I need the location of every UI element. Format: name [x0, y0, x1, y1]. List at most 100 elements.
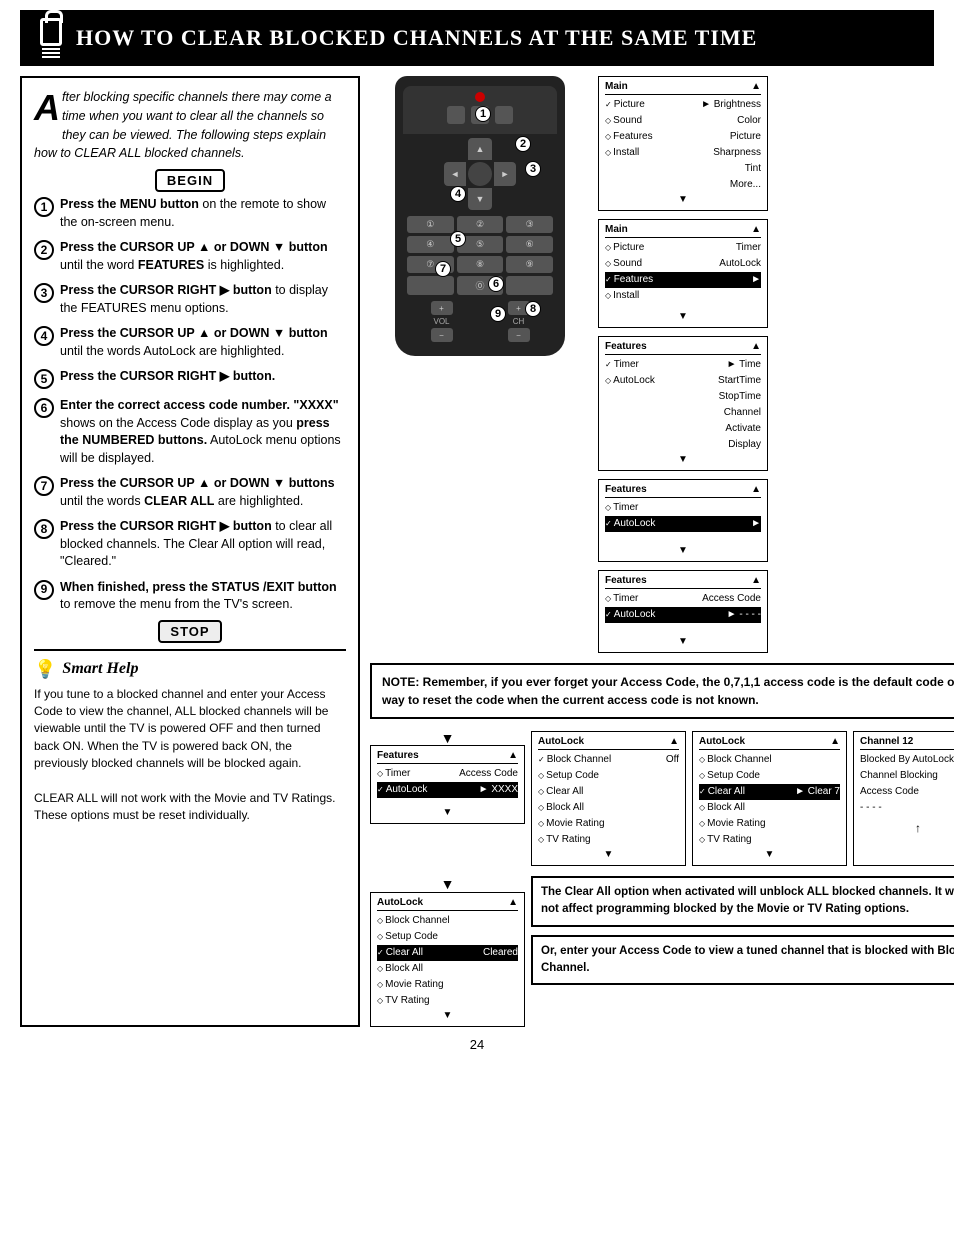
panel-row: StopTime	[605, 389, 761, 405]
overlay-7: 7	[435, 261, 451, 277]
steps-list: 1 Press the MENU button on the remote to…	[34, 196, 346, 614]
bottom-left-title: Features ▲	[377, 749, 518, 764]
key-blank1	[407, 276, 454, 295]
panel-row-selected: ✓AutoLock ► - - - -	[605, 607, 761, 623]
bottom-panel-middle: AutoLock ▲ ✓Block Channel Off ◇Setup Cod…	[531, 731, 686, 866]
lock-icon	[40, 18, 62, 46]
panel-row: Activate	[605, 421, 761, 437]
arrow-down-2-icon: ▼	[441, 876, 455, 892]
smart-help-text: If you tune to a blocked channel and ent…	[34, 686, 346, 825]
ch-down: −	[508, 328, 530, 342]
drop-cap: A	[34, 90, 60, 126]
intro-body: fter blocking specific channels there ma…	[34, 90, 332, 160]
cleared-row: ▼ AutoLock ▲ ◇Block Channel ◇Setup Code …	[370, 876, 954, 1027]
arrow-down-icon: ▼	[441, 731, 455, 745]
menu-panel-1: Main ▲ ✓Picture ► Brightness ◇Sound Colo…	[598, 76, 768, 211]
begin-badge: BEGIN	[34, 173, 346, 188]
overlay-2: 2	[515, 136, 531, 152]
step-3-text: Press the CURSOR RIGHT ▶ button to displ…	[60, 282, 346, 317]
panel-row: ◇TV Rating	[538, 832, 679, 848]
panel-row: ◇Timer Access Code	[605, 591, 761, 607]
panel-row-selected: ✓Clear All ► Clear 7	[699, 784, 840, 800]
panel-3-title: Features ▲	[605, 340, 761, 355]
stop-label: STOP	[158, 620, 221, 643]
smart-help-section: 💡 Smart Help If you tune to a blocked ch…	[34, 649, 346, 825]
bottom-panel-left: Features ▲ ◇Timer Access Code ✓AutoLock …	[370, 745, 525, 824]
remote-illustration: ▲ ▼ ◄ ► ① ② ③ ④ ⑤ ⑥ ⑦ ⑧	[370, 76, 590, 356]
step-8-num: 8	[34, 519, 54, 539]
captions-area: The Clear All option when activated will…	[531, 876, 954, 1027]
panel-row: ◇TV Rating	[377, 993, 518, 1009]
key-8: ⑧	[457, 256, 504, 273]
panel-row: Channel	[605, 405, 761, 421]
step-8: 8 Press the CURSOR RIGHT ▶ button to cle…	[34, 518, 346, 571]
smart-help-title: 💡 Smart Help	[34, 659, 346, 680]
overlay-4: 4	[450, 186, 466, 202]
numpad: ① ② ③ ④ ⑤ ⑥ ⑦ ⑧ ⑨ ⓪	[407, 216, 553, 295]
bottom-right-group: AutoLock ▲ ◇Block Channel ◇Setup Code ✓C…	[692, 731, 954, 866]
panel-row: ◇Movie Rating	[538, 816, 679, 832]
step-7: 7 Press the CURSOR UP ▲ or DOWN ▼ button…	[34, 475, 346, 510]
menu-panel-3: Features ▲ ✓Timer ► Time ◇AutoLock Start…	[598, 336, 768, 471]
caption-right-text: Or, enter your Access Code to view a tun…	[541, 945, 954, 974]
panel-row: ◇Block All	[699, 800, 840, 816]
lines-icon	[42, 48, 60, 58]
up-arrow-icon: ↑	[860, 820, 954, 837]
dpad-center	[468, 162, 492, 186]
menu-panel-2: Main ▲ ◇Picture Timer ◇Sound AutoLock ✓F…	[598, 219, 768, 328]
bottom-panel-clear7: AutoLock ▲ ◇Block Channel ◇Setup Code ✓C…	[692, 731, 847, 866]
step-1: 1 Press the MENU button on the remote to…	[34, 196, 346, 231]
rbtn-3	[495, 106, 513, 124]
panel-row-selected: ✓AutoLock ► XXXX	[377, 782, 518, 798]
step-9: 9 When finished, press the STATUS /EXIT …	[34, 579, 346, 614]
panel-row: ◇Install Sharpness	[605, 145, 761, 161]
panel-row: ✓Picture ► Brightness	[605, 97, 761, 113]
power-button	[475, 92, 485, 102]
page-title: How to Clear Blocked Channels at the Sam…	[76, 25, 757, 51]
step-9-text: When finished, press the STATUS /EXIT bu…	[60, 579, 346, 614]
panel-row: ◇TV Rating	[699, 832, 840, 848]
key-blank2	[506, 276, 553, 295]
bottom-panels: ▼ Features ▲ ◇Timer Access Code ✓AutoLoc…	[370, 731, 954, 866]
panel-row: Tint	[605, 161, 761, 177]
step-6: 6 Enter the correct access code number. …	[34, 397, 346, 467]
step-8-text: Press the CURSOR RIGHT ▶ button to clear…	[60, 518, 346, 571]
overlay-5: 5	[450, 231, 466, 247]
menu-panels: Main ▲ ✓Picture ► Brightness ◇Sound Colo…	[598, 76, 954, 653]
note-text: NOTE: Remember, if you ever forget your …	[382, 675, 954, 707]
panel-row: ◇Setup Code	[699, 768, 840, 784]
panel-row: ◇Sound Color	[605, 113, 761, 129]
panel-row: ◇AutoLock StartTime	[605, 373, 761, 389]
step-9-num: 9	[34, 580, 54, 600]
bottom-panel-cleared: AutoLock ▲ ◇Block Channel ◇Setup Code ✓C…	[370, 892, 525, 1027]
panel-row: ◇Install	[605, 288, 761, 304]
volume-control: + VOL −	[431, 301, 453, 342]
step-3-num: 3	[34, 283, 54, 303]
stop-badge: STOP	[34, 624, 346, 639]
panel-row: ◇Setup Code	[538, 768, 679, 784]
overlay-3: 3	[525, 161, 541, 177]
caption-right: Or, enter your Access Code to view a tun…	[531, 935, 954, 986]
dpad-down: ▼	[468, 188, 492, 210]
overlay-8: 8	[525, 301, 541, 317]
step-4-num: 4	[34, 326, 54, 346]
panel-row: Blocked By AutoLock	[860, 752, 954, 768]
key-1: ①	[407, 216, 454, 233]
key-2: ②	[457, 216, 504, 233]
bottom-left-group: ▼ Features ▲ ◇Timer Access Code ✓AutoLoc…	[370, 731, 525, 824]
step-7-num: 7	[34, 476, 54, 496]
menu-panel-4: Features ▲ ◇Timer ✓AutoLock ► ▼	[598, 479, 768, 562]
panel-4-title: Features ▲	[605, 483, 761, 498]
panel-row: ◇Block All	[377, 961, 518, 977]
step-2: 2 Press the CURSOR UP ▲ or DOWN ▼ button…	[34, 239, 346, 274]
step-3: 3 Press the CURSOR RIGHT ▶ button to dis…	[34, 282, 346, 317]
step-2-text: Press the CURSOR UP ▲ or DOWN ▼ button u…	[60, 239, 346, 274]
page-number: 24	[0, 1037, 954, 1052]
right-column: ▲ ▼ ◄ ► ① ② ③ ④ ⑤ ⑥ ⑦ ⑧	[370, 76, 954, 1027]
key-4: ④	[407, 236, 454, 253]
panel-row-selected: ✓AutoLock ►	[605, 516, 761, 532]
top-area: ▲ ▼ ◄ ► ① ② ③ ④ ⑤ ⑥ ⑦ ⑧	[370, 76, 954, 653]
bottom-panel-channel12: Channel 12 Blocked By AutoLock Channel B…	[853, 731, 954, 866]
dpad-up: ▲	[468, 138, 492, 160]
panel-row: - - - -	[860, 800, 954, 816]
